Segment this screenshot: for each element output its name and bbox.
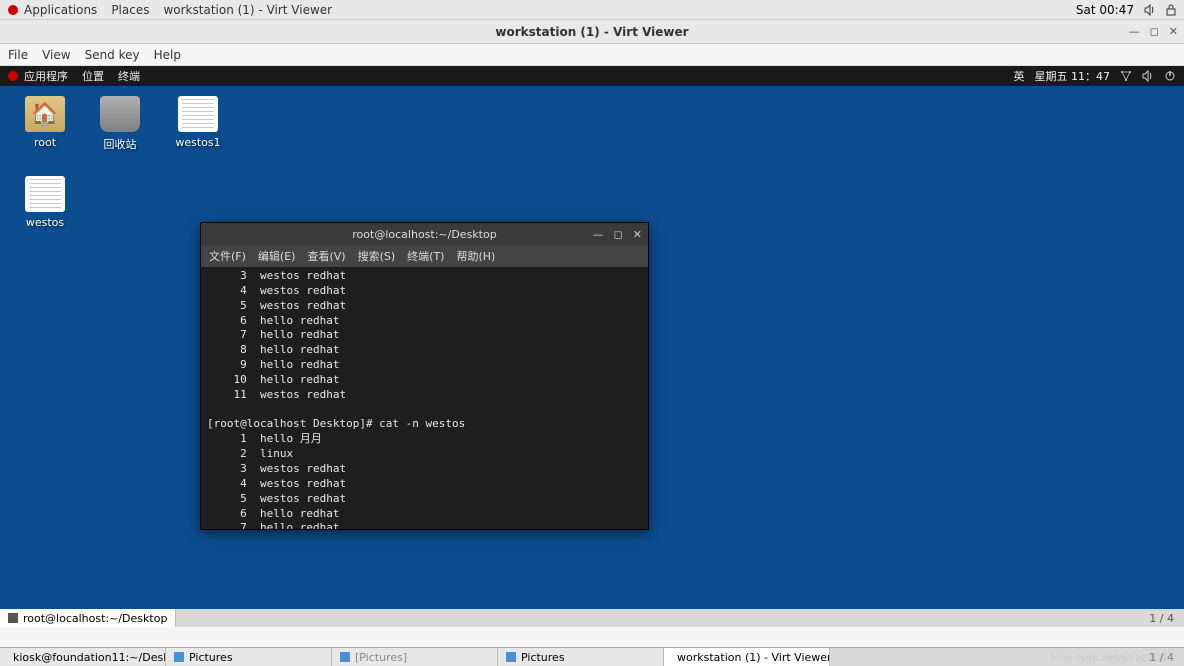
icon-label: 回收站 [90, 136, 150, 152]
host-menu-places[interactable]: Places [111, 3, 149, 17]
term-menu-terminal[interactable]: 终端(T) [407, 248, 444, 264]
redhat-icon [8, 71, 18, 81]
volume-icon[interactable] [1144, 4, 1156, 16]
task-label: kiosk@foundation11:~/Desktop [13, 651, 166, 664]
vv-menu-view[interactable]: View [42, 48, 70, 62]
guest-taskbar: root@localhost:~/Desktop 1 / 4 [0, 609, 1184, 627]
term-menu-edit[interactable]: 编辑(E) [258, 248, 296, 264]
folder-icon [506, 652, 516, 662]
minimize-button[interactable]: — [593, 228, 604, 241]
terminal-titlebar[interactable]: root@localhost:~/Desktop — ◻ ✕ [201, 223, 648, 245]
guest-menu-applications[interactable]: 应用程序 [24, 68, 68, 84]
desktop-icon-root[interactable]: 🏠 root [15, 96, 75, 149]
folder-icon [174, 652, 184, 662]
file-icon [25, 176, 65, 212]
vv-menu-help[interactable]: Help [154, 48, 181, 62]
guest-menu-terminal[interactable]: 终端 [118, 68, 140, 84]
virt-viewer-menubar: File View Send key Help [0, 44, 1184, 66]
task-label: Pictures [521, 651, 565, 664]
host-taskbar: kiosk@foundation11:~/Desktop Pictures [P… [0, 647, 1184, 666]
vv-menu-sendkey[interactable]: Send key [85, 48, 140, 62]
task-label: workstation (1) - Virt Viewer [677, 651, 830, 664]
maximize-button[interactable]: ◻ [614, 228, 623, 241]
guest-clock: 星期五 11：47 [1035, 68, 1111, 84]
icon-label: westos1 [168, 136, 228, 149]
host-app-title[interactable]: workstation (1) - Virt Viewer [163, 3, 332, 17]
volume-icon[interactable] [1142, 70, 1154, 82]
input-method-indicator[interactable]: 英 [1014, 68, 1025, 84]
term-menu-help[interactable]: 帮助(H) [456, 248, 495, 264]
task-label: [Pictures] [355, 651, 407, 664]
term-menu-file[interactable]: 文件(F) [209, 248, 246, 264]
virt-viewer-title: workstation (1) - Virt Viewer [495, 25, 688, 39]
icon-label: root [15, 136, 75, 149]
taskbar-item-kiosk-terminal[interactable]: kiosk@foundation11:~/Desktop [0, 648, 166, 666]
network-icon[interactable] [1120, 70, 1132, 82]
close-button[interactable]: ✕ [1169, 25, 1178, 38]
taskbar-item-virt-viewer[interactable]: workstation (1) - Virt Viewer [664, 648, 830, 666]
desktop-icon-westos1[interactable]: westos1 [168, 96, 228, 149]
task-label: root@localhost:~/Desktop [23, 612, 167, 625]
desktop-icon-trash[interactable]: 回收站 [90, 96, 150, 152]
redhat-icon [8, 5, 18, 15]
maximize-button[interactable]: ◻ [1150, 25, 1159, 38]
terminal-title: root@localhost:~/Desktop [352, 228, 496, 241]
taskbar-item-pictures-2[interactable]: [Pictures] [332, 648, 498, 666]
host-workspace-pager[interactable]: 1 / 4 [1149, 651, 1184, 664]
terminal-window[interactable]: root@localhost:~/Desktop — ◻ ✕ 文件(F) 编辑(… [200, 222, 649, 530]
taskbar-item-pictures-1[interactable]: Pictures [166, 648, 332, 666]
taskbar-item-pictures-3[interactable]: Pictures [498, 648, 664, 666]
folder-icon: 🏠 [25, 96, 65, 132]
power-icon[interactable] [1164, 70, 1176, 82]
term-menu-view[interactable]: 查看(V) [307, 248, 345, 264]
desktop-icon-westos[interactable]: westos [15, 176, 75, 229]
virt-viewer-titlebar: workstation (1) - Virt Viewer — ◻ ✕ [0, 20, 1184, 44]
taskbar-item-terminal[interactable]: root@localhost:~/Desktop [0, 609, 176, 627]
close-button[interactable]: ✕ [633, 228, 642, 241]
folder-icon [340, 652, 350, 662]
host-menu-applications[interactable]: Applications [24, 3, 97, 17]
guest-menu-places[interactable]: 位置 [82, 68, 104, 84]
workspace-pager[interactable]: 1 / 4 [1149, 612, 1184, 625]
trash-icon [100, 96, 140, 132]
host-top-panel: Applications Places workstation (1) - Vi… [0, 0, 1184, 20]
vv-menu-file[interactable]: File [8, 48, 28, 62]
host-clock: Sat 00:47 [1076, 3, 1134, 17]
guest-desktop[interactable]: 应用程序 位置 终端 英 星期五 11：47 🏠 root 回收站 westos… [0, 66, 1184, 627]
terminal-menubar: 文件(F) 编辑(E) 查看(V) 搜索(S) 终端(T) 帮助(H) [201, 245, 648, 267]
file-icon [178, 96, 218, 132]
guest-top-panel: 应用程序 位置 终端 英 星期五 11：47 [0, 66, 1184, 86]
task-label: Pictures [189, 651, 233, 664]
term-menu-search[interactable]: 搜索(S) [358, 248, 396, 264]
terminal-icon [8, 613, 18, 623]
terminal-body[interactable]: 3 westos redhat 4 westos redhat 5 westos… [201, 267, 648, 529]
icon-label: westos [15, 216, 75, 229]
minimize-button[interactable]: — [1129, 25, 1140, 38]
lock-icon[interactable] [1166, 4, 1176, 16]
